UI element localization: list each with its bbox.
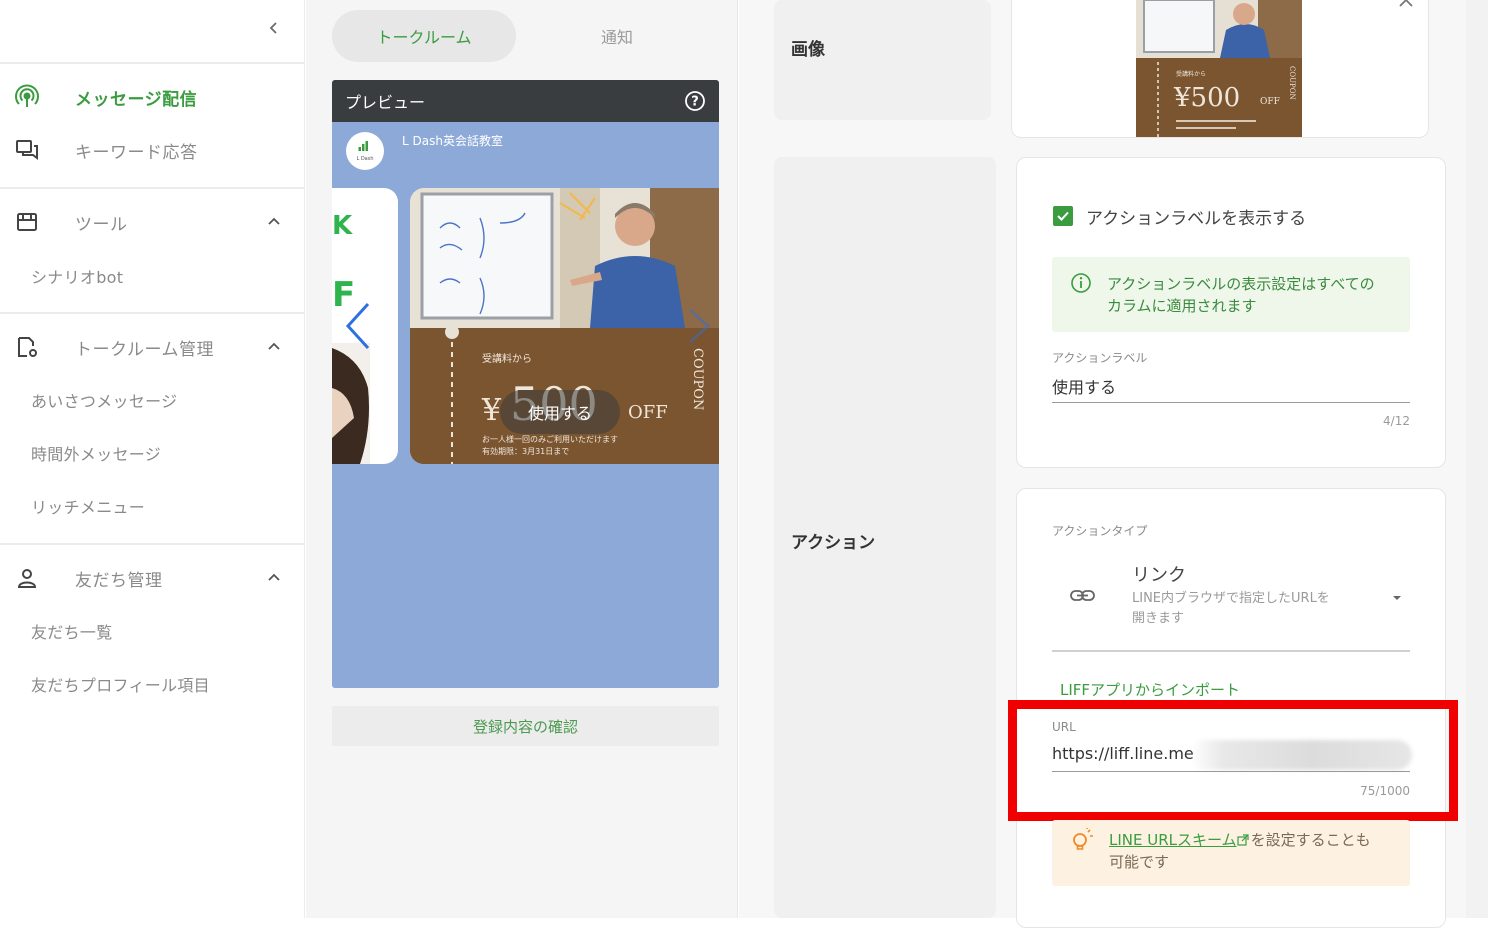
sidebar-item-rich-menu[interactable]: リッチメニュー [0,486,305,526]
show-action-label-checkbox[interactable] [1053,206,1073,226]
carousel-prev-icon[interactable] [340,300,374,352]
sidebar-item-label: リッチメニュー [31,498,146,517]
message-preview: プレビュー ? L Dash L Dash英会話教室 K F 受講料から ¥ O… [332,80,719,688]
action-type-desc-line-1: LINE内ブラウザで指定したURLを [1132,591,1330,606]
sidebar-section-label: ツール [75,214,128,235]
sidebar-item-keyword-reply[interactable]: キーワード応答 [0,128,305,172]
sidebar: メッセージ配信 キーワード応答 ツール シナリオbot トークルーム管理 あいさ… [0,0,305,918]
scrollbar[interactable] [1466,0,1488,918]
image-thumbnail[interactable]: 受講料から ¥500 OFF COUPON [1136,0,1302,137]
help-icon[interactable]: ? [684,90,706,112]
image-row-label-box [774,0,991,120]
sidebar-item-scenario-bot[interactable]: シナリオbot [0,256,305,296]
highlight-frame [1008,700,1458,821]
svg-text:?: ? [691,95,699,110]
close-icon[interactable] [1397,0,1415,8]
sidebar-item-message-broadcast[interactable]: メッセージ配信 [0,75,305,119]
sidebar-item-offhours-message[interactable]: 時間外メッセージ [0,433,305,473]
coupon-suffix: OFF [628,402,668,423]
bot-avatar: L Dash [346,132,384,170]
sidebar-item-label: 友だちプロフィール項目 [31,676,210,695]
bot-name: L Dash英会話教室 [402,134,503,148]
thumb-prefix: 受講料から [1176,70,1206,78]
carousel-next-icon[interactable] [684,306,714,346]
coupon-note-1: お一人様一回のみご利用いただけます [482,434,618,444]
coupon-note-2: 有効期限：3月31日まで [482,446,569,456]
divider [0,187,305,189]
show-action-label-text: アクションラベルを表示する [1086,209,1307,229]
tip-text-rest: を設定することも [1250,831,1371,849]
liff-import-link[interactable]: LIFFアプリからインポート [1060,679,1240,700]
info-text-line-1: アクションラベルの表示設定はすべての [1107,275,1375,293]
coupon-currency: ¥ [481,393,502,428]
action-label-caption: アクションラベル [1052,351,1148,365]
action-type-underline [1052,650,1410,652]
image-row-label: 画像 [791,40,825,60]
check-icon [1057,211,1069,221]
tab-talkroom[interactable]: トークルーム [332,10,516,62]
lightbulb-icon [1068,828,1096,856]
chevron-up-icon[interactable] [264,212,284,232]
action-type-desc-line-2: 開きます [1132,611,1185,626]
coupon-side-text: COUPON [690,348,705,410]
broadcast-icon [14,84,40,110]
line-url-scheme-link[interactable]: LINE URLスキーム [1109,831,1237,849]
action-label-input[interactable]: 使用する [1052,374,1116,398]
coupon-prefix: 受講料から [482,352,532,365]
external-link-icon[interactable] [1236,834,1251,846]
sidebar-item-friend-list[interactable]: 友だち一覧 [0,611,305,651]
tip-text-line-2: 可能です [1109,853,1170,871]
sidebar-item-label: キーワード応答 [75,142,198,163]
action-type-caption: アクションタイプ [1052,524,1148,538]
sidebar-section-friends[interactable]: 友だち管理 [0,556,305,600]
chevron-up-icon[interactable] [264,568,284,588]
sidebar-item-greeting-message[interactable]: あいさつメッセージ [0,380,305,420]
tab-notification[interactable]: 通知 [532,10,702,62]
card-action-button[interactable]: 使用する [500,390,620,434]
preview-title: プレビュー [345,93,426,112]
divider [0,312,305,314]
sidebar-item-label: 友だち一覧 [31,623,113,642]
info-text: アクションラベルの表示設定はすべての カラムに適用されます [1107,273,1375,317]
confirm-registration-button[interactable]: 登録内容の確認 [332,706,719,746]
divider [0,543,305,545]
chevron-left-icon[interactable] [262,16,286,40]
thumb-suffix: OFF [1260,97,1280,107]
preview-header: プレビュー [332,80,719,122]
chevron-up-icon[interactable] [264,337,284,357]
person-icon [14,565,40,591]
chat-reply-icon [14,137,40,163]
tip-text: LINE URLスキーム を設定することも 可能です [1109,829,1371,873]
store-icon [14,209,40,235]
sidebar-item-label: シナリオbot [31,268,124,287]
sidebar-item-label: メッセージ配信 [75,89,198,110]
caret-down-icon[interactable] [1390,592,1404,604]
talkroom-settings-icon [14,334,40,360]
action-row-label: アクション [791,533,876,553]
action-type-value: リンク [1132,565,1186,586]
action-type-desc: LINE内ブラウザで指定したURLを 開きます [1132,589,1330,629]
sidebar-section-label: 友だち管理 [75,570,163,591]
action-label-underline [1052,402,1410,403]
info-text-line-2: カラムに適用されます [1107,297,1257,315]
sidebar-item-label: あいさつメッセージ [31,392,178,411]
sidebar-section-label: トークルーム管理 [75,339,214,360]
sidebar-section-tools[interactable]: ツール [0,200,305,244]
sidebar-item-friend-profile-fields[interactable]: 友だちプロフィール項目 [0,664,305,704]
teacher-photo [410,188,719,328]
avatar-text: L Dash [356,156,373,162]
divider [0,62,305,64]
thumb-amount: ¥500 [1173,83,1240,113]
sidebar-section-talkroom[interactable]: トークルーム管理 [0,325,305,369]
action-label-counter: 4/12 [1383,414,1410,428]
preview-panel: トークルーム 通知 プレビュー ? L Dash L Dash英会話教室 K F [306,0,738,918]
sidebar-item-label: 時間外メッセージ [31,445,162,464]
info-icon [1070,272,1092,294]
thumb-side-text: COUPON [1288,66,1296,100]
card-letter-k: K [332,211,353,241]
